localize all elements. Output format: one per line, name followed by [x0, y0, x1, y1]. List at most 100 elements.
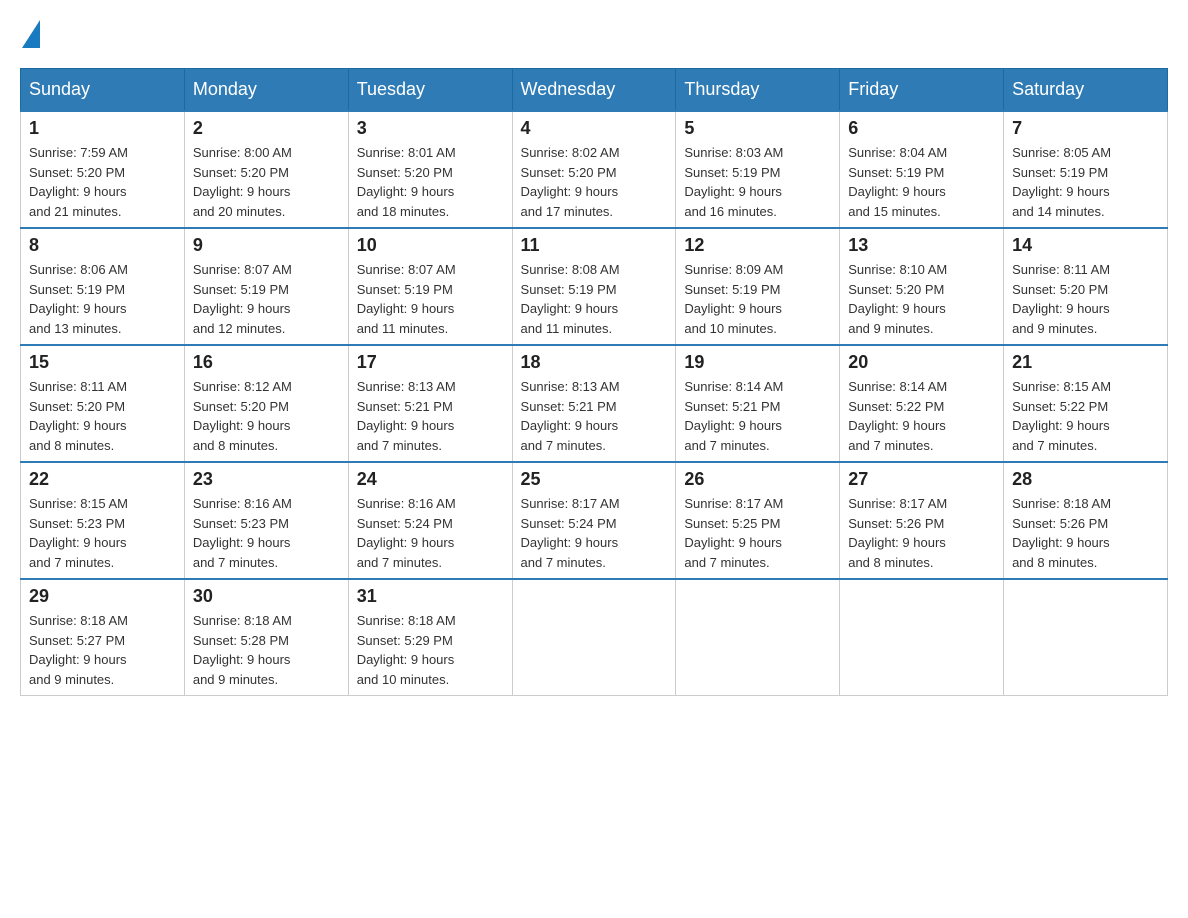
day-info: Sunrise: 8:18 AM Sunset: 5:27 PM Dayligh… [29, 611, 176, 689]
day-info: Sunrise: 8:09 AM Sunset: 5:19 PM Dayligh… [684, 260, 831, 338]
calendar-cell: 23 Sunrise: 8:16 AM Sunset: 5:23 PM Dayl… [184, 462, 348, 579]
day-info: Sunrise: 8:16 AM Sunset: 5:23 PM Dayligh… [193, 494, 340, 572]
day-number: 10 [357, 235, 504, 256]
calendar-cell: 19 Sunrise: 8:14 AM Sunset: 5:21 PM Dayl… [676, 345, 840, 462]
calendar-cell [840, 579, 1004, 696]
weekday-header-saturday: Saturday [1004, 69, 1168, 112]
day-number: 18 [521, 352, 668, 373]
weekday-header-monday: Monday [184, 69, 348, 112]
day-info: Sunrise: 8:14 AM Sunset: 5:21 PM Dayligh… [684, 377, 831, 455]
day-info: Sunrise: 8:01 AM Sunset: 5:20 PM Dayligh… [357, 143, 504, 221]
week-row-4: 22 Sunrise: 8:15 AM Sunset: 5:23 PM Dayl… [21, 462, 1168, 579]
day-info: Sunrise: 8:07 AM Sunset: 5:19 PM Dayligh… [357, 260, 504, 338]
day-number: 4 [521, 118, 668, 139]
day-number: 19 [684, 352, 831, 373]
day-number: 12 [684, 235, 831, 256]
calendar-cell: 25 Sunrise: 8:17 AM Sunset: 5:24 PM Dayl… [512, 462, 676, 579]
day-info: Sunrise: 8:00 AM Sunset: 5:20 PM Dayligh… [193, 143, 340, 221]
calendar-cell: 21 Sunrise: 8:15 AM Sunset: 5:22 PM Dayl… [1004, 345, 1168, 462]
day-info: Sunrise: 8:05 AM Sunset: 5:19 PM Dayligh… [1012, 143, 1159, 221]
calendar-cell [512, 579, 676, 696]
calendar-cell: 1 Sunrise: 7:59 AM Sunset: 5:20 PM Dayli… [21, 111, 185, 228]
day-number: 14 [1012, 235, 1159, 256]
week-row-3: 15 Sunrise: 8:11 AM Sunset: 5:20 PM Dayl… [21, 345, 1168, 462]
calendar-cell: 13 Sunrise: 8:10 AM Sunset: 5:20 PM Dayl… [840, 228, 1004, 345]
day-number: 13 [848, 235, 995, 256]
day-number: 8 [29, 235, 176, 256]
week-row-1: 1 Sunrise: 7:59 AM Sunset: 5:20 PM Dayli… [21, 111, 1168, 228]
day-info: Sunrise: 7:59 AM Sunset: 5:20 PM Dayligh… [29, 143, 176, 221]
day-number: 28 [1012, 469, 1159, 490]
day-number: 7 [1012, 118, 1159, 139]
calendar-cell: 14 Sunrise: 8:11 AM Sunset: 5:20 PM Dayl… [1004, 228, 1168, 345]
day-info: Sunrise: 8:07 AM Sunset: 5:19 PM Dayligh… [193, 260, 340, 338]
calendar-cell: 26 Sunrise: 8:17 AM Sunset: 5:25 PM Dayl… [676, 462, 840, 579]
calendar-cell: 30 Sunrise: 8:18 AM Sunset: 5:28 PM Dayl… [184, 579, 348, 696]
calendar-cell: 5 Sunrise: 8:03 AM Sunset: 5:19 PM Dayli… [676, 111, 840, 228]
day-info: Sunrise: 8:11 AM Sunset: 5:20 PM Dayligh… [29, 377, 176, 455]
day-number: 24 [357, 469, 504, 490]
day-info: Sunrise: 8:15 AM Sunset: 5:22 PM Dayligh… [1012, 377, 1159, 455]
day-number: 1 [29, 118, 176, 139]
day-number: 31 [357, 586, 504, 607]
calendar-cell: 16 Sunrise: 8:12 AM Sunset: 5:20 PM Dayl… [184, 345, 348, 462]
page-header [20, 20, 1168, 48]
day-info: Sunrise: 8:08 AM Sunset: 5:19 PM Dayligh… [521, 260, 668, 338]
weekday-header-friday: Friday [840, 69, 1004, 112]
calendar-cell: 7 Sunrise: 8:05 AM Sunset: 5:19 PM Dayli… [1004, 111, 1168, 228]
calendar-cell: 17 Sunrise: 8:13 AM Sunset: 5:21 PM Dayl… [348, 345, 512, 462]
day-info: Sunrise: 8:12 AM Sunset: 5:20 PM Dayligh… [193, 377, 340, 455]
calendar-cell: 9 Sunrise: 8:07 AM Sunset: 5:19 PM Dayli… [184, 228, 348, 345]
day-info: Sunrise: 8:18 AM Sunset: 5:29 PM Dayligh… [357, 611, 504, 689]
day-info: Sunrise: 8:16 AM Sunset: 5:24 PM Dayligh… [357, 494, 504, 572]
calendar-cell: 28 Sunrise: 8:18 AM Sunset: 5:26 PM Dayl… [1004, 462, 1168, 579]
day-info: Sunrise: 8:14 AM Sunset: 5:22 PM Dayligh… [848, 377, 995, 455]
day-info: Sunrise: 8:17 AM Sunset: 5:25 PM Dayligh… [684, 494, 831, 572]
day-info: Sunrise: 8:17 AM Sunset: 5:26 PM Dayligh… [848, 494, 995, 572]
calendar-cell [676, 579, 840, 696]
day-info: Sunrise: 8:18 AM Sunset: 5:28 PM Dayligh… [193, 611, 340, 689]
calendar-table: SundayMondayTuesdayWednesdayThursdayFrid… [20, 68, 1168, 696]
logo [20, 20, 42, 48]
day-info: Sunrise: 8:02 AM Sunset: 5:20 PM Dayligh… [521, 143, 668, 221]
day-info: Sunrise: 8:06 AM Sunset: 5:19 PM Dayligh… [29, 260, 176, 338]
calendar-cell: 20 Sunrise: 8:14 AM Sunset: 5:22 PM Dayl… [840, 345, 1004, 462]
day-number: 16 [193, 352, 340, 373]
calendar-cell: 12 Sunrise: 8:09 AM Sunset: 5:19 PM Dayl… [676, 228, 840, 345]
week-row-2: 8 Sunrise: 8:06 AM Sunset: 5:19 PM Dayli… [21, 228, 1168, 345]
day-info: Sunrise: 8:11 AM Sunset: 5:20 PM Dayligh… [1012, 260, 1159, 338]
day-info: Sunrise: 8:04 AM Sunset: 5:19 PM Dayligh… [848, 143, 995, 221]
week-row-5: 29 Sunrise: 8:18 AM Sunset: 5:27 PM Dayl… [21, 579, 1168, 696]
day-number: 25 [521, 469, 668, 490]
day-number: 26 [684, 469, 831, 490]
day-number: 3 [357, 118, 504, 139]
day-info: Sunrise: 8:03 AM Sunset: 5:19 PM Dayligh… [684, 143, 831, 221]
calendar-cell: 2 Sunrise: 8:00 AM Sunset: 5:20 PM Dayli… [184, 111, 348, 228]
calendar-cell: 11 Sunrise: 8:08 AM Sunset: 5:19 PM Dayl… [512, 228, 676, 345]
calendar-cell: 3 Sunrise: 8:01 AM Sunset: 5:20 PM Dayli… [348, 111, 512, 228]
day-info: Sunrise: 8:17 AM Sunset: 5:24 PM Dayligh… [521, 494, 668, 572]
calendar-cell: 27 Sunrise: 8:17 AM Sunset: 5:26 PM Dayl… [840, 462, 1004, 579]
calendar-cell: 6 Sunrise: 8:04 AM Sunset: 5:19 PM Dayli… [840, 111, 1004, 228]
day-number: 2 [193, 118, 340, 139]
day-info: Sunrise: 8:13 AM Sunset: 5:21 PM Dayligh… [521, 377, 668, 455]
day-number: 20 [848, 352, 995, 373]
calendar-cell: 15 Sunrise: 8:11 AM Sunset: 5:20 PM Dayl… [21, 345, 185, 462]
weekday-header-wednesday: Wednesday [512, 69, 676, 112]
calendar-cell: 24 Sunrise: 8:16 AM Sunset: 5:24 PM Dayl… [348, 462, 512, 579]
day-number: 5 [684, 118, 831, 139]
calendar-cell: 18 Sunrise: 8:13 AM Sunset: 5:21 PM Dayl… [512, 345, 676, 462]
calendar-cell: 31 Sunrise: 8:18 AM Sunset: 5:29 PM Dayl… [348, 579, 512, 696]
day-number: 15 [29, 352, 176, 373]
day-number: 23 [193, 469, 340, 490]
day-number: 30 [193, 586, 340, 607]
day-info: Sunrise: 8:15 AM Sunset: 5:23 PM Dayligh… [29, 494, 176, 572]
day-info: Sunrise: 8:13 AM Sunset: 5:21 PM Dayligh… [357, 377, 504, 455]
day-number: 27 [848, 469, 995, 490]
calendar-cell: 4 Sunrise: 8:02 AM Sunset: 5:20 PM Dayli… [512, 111, 676, 228]
weekday-header-row: SundayMondayTuesdayWednesdayThursdayFrid… [21, 69, 1168, 112]
weekday-header-thursday: Thursday [676, 69, 840, 112]
logo-triangle-icon [22, 20, 40, 48]
calendar-cell: 8 Sunrise: 8:06 AM Sunset: 5:19 PM Dayli… [21, 228, 185, 345]
day-info: Sunrise: 8:10 AM Sunset: 5:20 PM Dayligh… [848, 260, 995, 338]
